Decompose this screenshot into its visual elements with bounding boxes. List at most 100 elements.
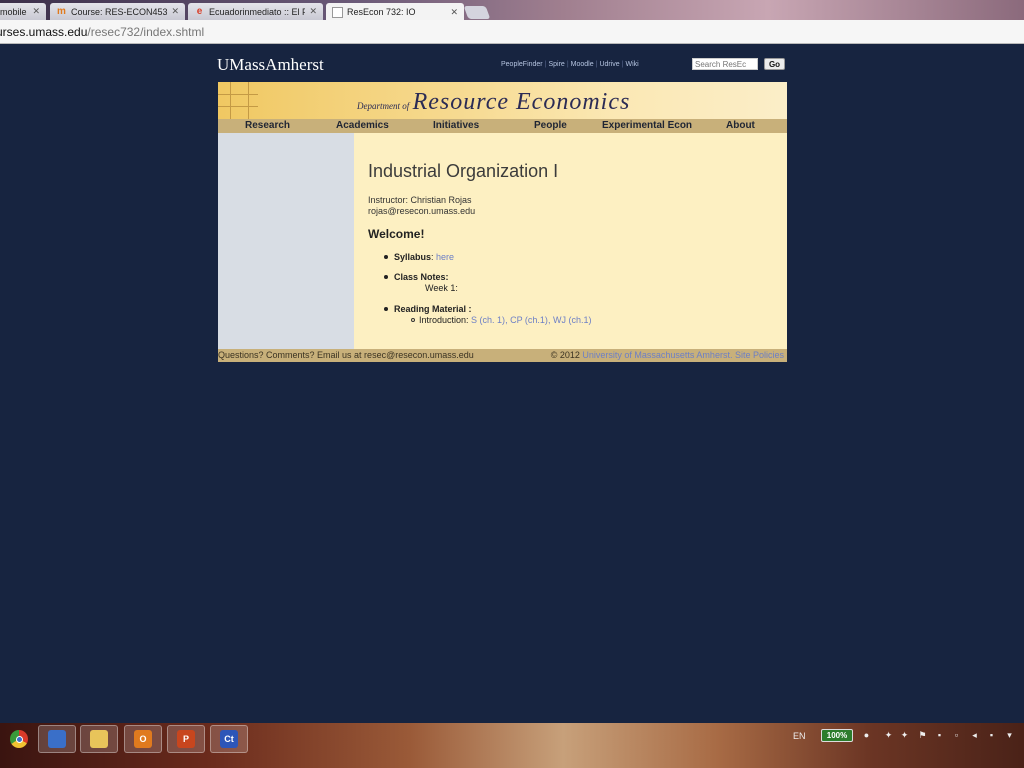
instructor-email: rojas@resecon.umass.edu xyxy=(368,206,476,216)
syllabus-link[interactable]: here xyxy=(436,252,454,262)
reading-link-s[interactable]: S (ch. 1) xyxy=(471,315,505,325)
tab-label: ResEcon 732: IO xyxy=(347,7,416,17)
battery-indicator[interactable]: 100% xyxy=(821,729,853,742)
moodle-link[interactable]: Moodle xyxy=(571,61,594,68)
close-tab-icon[interactable]: ✕ xyxy=(309,6,317,17)
site-policies-link[interactable]: Site Policies xyxy=(735,350,784,360)
separator: | xyxy=(566,61,569,68)
tab-label: Course: RES-ECON453-SE xyxy=(71,6,168,17)
bullet-icon xyxy=(384,274,388,279)
network-taskbar-button[interactable] xyxy=(38,725,76,753)
banner-grid-line xyxy=(248,82,249,119)
volume-icon[interactable]: ◂ xyxy=(970,731,979,740)
reading-link-cp[interactable]: CP (ch.1) xyxy=(510,315,548,325)
umass-logo[interactable]: UMassAmherst xyxy=(217,55,324,75)
bullet-icon xyxy=(384,254,388,259)
spire-link[interactable]: Spire xyxy=(548,61,564,68)
powerpoint-icon: P xyxy=(177,730,195,748)
close-tab-icon[interactable]: ✕ xyxy=(32,6,40,17)
department-of-label: Department of xyxy=(357,101,410,111)
tab-resecon-732[interactable]: ResEcon 732: IO ✕ xyxy=(326,3,464,21)
week-1-label: Week 1: xyxy=(425,283,458,293)
network-tray-icon[interactable]: ▫ xyxy=(952,731,961,740)
shield-icon[interactable]: ▾ xyxy=(1005,731,1014,740)
syllabus-separator: : xyxy=(431,252,434,262)
app-ct-icon: Ct xyxy=(220,730,238,748)
reading-material-label: Reading Material : xyxy=(394,304,472,314)
powerpoint-taskbar-button[interactable]: P xyxy=(167,725,205,753)
wiki-link[interactable]: Wiki xyxy=(626,61,639,68)
list-item-syllabus: Syllabus: here xyxy=(384,252,454,262)
list-item-reading-material: Reading Material : xyxy=(384,304,472,314)
outlook-icon: O xyxy=(134,730,152,748)
welcome-heading: Welcome! xyxy=(368,227,425,241)
flag-icon[interactable]: ⚑ xyxy=(918,731,927,740)
chrome-center xyxy=(15,735,23,743)
tab-ecuadorinmediato[interactable]: e Ecuadorinmediato :: El Pe ✕ xyxy=(188,3,323,20)
go-button[interactable]: Go xyxy=(764,58,785,70)
moodle-icon: m xyxy=(57,6,66,17)
top-links: PeopleFinder | Spire | Moodle | Udrive | Wiki xyxy=(501,61,639,68)
tray-icon[interactable]: ✦ xyxy=(884,731,893,740)
new-tab-button[interactable] xyxy=(463,6,491,19)
udrive-link[interactable]: Udrive xyxy=(599,61,619,68)
url-text[interactable]: urses.umass.edu/resec732/index.shtml xyxy=(0,25,204,39)
tab-mobile[interactable]: mobile ✕ xyxy=(0,3,46,20)
instructor-text: Instructor: Christian Rojas xyxy=(368,195,472,205)
tab-course-res-econ[interactable]: m Course: RES-ECON453-SE ✕ xyxy=(50,3,185,20)
nav-about[interactable]: About xyxy=(726,120,755,131)
separator: | xyxy=(621,61,624,68)
network-icon xyxy=(48,730,66,748)
department-banner[interactable]: Department of Resource Economics xyxy=(218,82,787,119)
chrome-taskbar-button[interactable] xyxy=(0,725,38,753)
list-item-introduction: Introduction: S (ch. 1), CP (ch.1), WJ (… xyxy=(411,315,591,325)
explorer-icon xyxy=(90,730,108,748)
circle-bullet-icon xyxy=(411,317,415,322)
copyright-text: © 2012 xyxy=(550,350,580,360)
ie-icon: e xyxy=(196,6,203,17)
nav-academics[interactable]: Academics xyxy=(336,120,389,131)
department-title: Department of Resource Economics xyxy=(357,89,630,116)
url-path: /resec732/index.shtml xyxy=(87,25,205,39)
windows-taskbar: O P Ct EN 100% ● ✦ ✦ ⚑ ▪ ▫ ◂ ▪ ▾ xyxy=(0,723,1024,768)
browser-tabstrip: mobile ✕ m Course: RES-ECON453-SE ✕ e Ec… xyxy=(0,0,1024,21)
page-icon xyxy=(332,6,343,18)
syllabus-label: Syllabus xyxy=(394,252,432,262)
nav-experimental-econ[interactable]: Experimental Econ xyxy=(602,120,692,131)
department-name: Resource Economics xyxy=(412,89,631,115)
tray-icon[interactable]: ▪ xyxy=(987,731,996,740)
peoplefinder-link[interactable]: PeopleFinder xyxy=(501,61,543,68)
banner-grid-line xyxy=(218,106,258,107)
nav-people[interactable]: People xyxy=(534,120,567,131)
page-title: Industrial Organization I xyxy=(368,161,559,181)
page-footer: Questions? Comments? Email us at resec@r… xyxy=(218,349,787,362)
separator: | xyxy=(544,61,547,68)
footer-contact[interactable]: Questions? Comments? Email us at resec@r… xyxy=(218,350,474,360)
bullet-icon xyxy=(384,306,388,311)
search-input[interactable] xyxy=(692,58,758,70)
tray-icon[interactable]: ● xyxy=(862,731,871,740)
nav-research[interactable]: Research xyxy=(245,120,290,131)
separator: | xyxy=(595,61,598,68)
list-item-class-notes: Class Notes: xyxy=(384,272,449,282)
banner-grid-line xyxy=(230,82,231,119)
main-content: Industrial Organization I Instructor: Ch… xyxy=(354,133,787,349)
main-nav: Research Academics Initiatives People Ex… xyxy=(218,119,787,133)
language-indicator[interactable]: EN xyxy=(793,731,806,741)
reading-link-wj[interactable]: WJ (ch.1) xyxy=(553,315,592,325)
tab-label: mobile xyxy=(0,6,27,17)
tray-icon[interactable]: ▪ xyxy=(935,731,944,740)
footer-copyright: © 2012 University of Massachusetts Amher… xyxy=(551,350,784,360)
nav-initiatives[interactable]: Initiatives xyxy=(433,120,479,131)
close-tab-icon[interactable]: ✕ xyxy=(171,6,179,17)
url-host: urses.umass.edu xyxy=(0,25,88,39)
university-link[interactable]: University of Massachusetts Amherst. xyxy=(582,350,732,360)
outlook-taskbar-button[interactable]: O xyxy=(124,725,162,753)
address-bar[interactable]: urses.umass.edu/resec732/index.shtml xyxy=(0,20,1024,44)
close-tab-icon[interactable]: ✕ xyxy=(450,7,458,18)
explorer-taskbar-button[interactable] xyxy=(80,725,118,753)
left-sidebar xyxy=(218,133,354,349)
tray-icon[interactable]: ✦ xyxy=(900,731,909,740)
ct-taskbar-button[interactable]: Ct xyxy=(210,725,248,753)
chrome-icon xyxy=(10,730,28,748)
